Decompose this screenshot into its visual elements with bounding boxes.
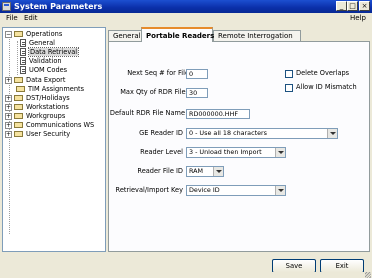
tree-item-tim-assignments[interactable]: TIM Assignments [16,85,84,94]
next-seq-label: Next Seq # for File [127,69,189,77]
tree-item-label: Operations [26,30,63,38]
max-qty-label: Max Qty of RDR Files [120,88,189,96]
tree-connector [17,41,18,75]
folder-icon [14,104,23,110]
chevron-down-icon[interactable] [213,167,223,176]
tree-item-label: Validation [29,57,62,65]
portable-readers-panel: Next Seq # for File 0 Max Qty of RDR Fil… [108,41,370,252]
max-qty-field[interactable]: 30 [186,88,208,98]
tree-item-data-retrieval[interactable]: Data Retrieval [20,47,80,57]
title-bar: System Parameters _ □ × [0,0,372,13]
expand-icon[interactable]: + [5,103,12,111]
folder-icon [14,122,23,128]
tree-item-label: UOM Codes [29,66,68,74]
status-bar [0,272,372,278]
tree-item-workstations[interactable]: + Workstations [5,103,69,112]
document-icon [20,48,26,56]
allow-id-mismatch-label: Allow ID Mismatch [296,83,357,91]
reader-file-id-dropdown[interactable]: RAM [186,166,224,177]
tree-item-label: Communications WS [26,121,95,129]
app-icon [2,2,11,11]
expand-icon[interactable]: + [5,130,12,138]
chevron-down-icon[interactable] [275,148,285,157]
folder-icon [14,131,23,137]
ge-reader-id-dropdown[interactable]: 0 - Use all 18 characters [186,128,338,139]
chevron-down-icon[interactable] [275,186,285,195]
reader-level-dropdown[interactable]: 3 - Unload then Import [186,147,286,158]
expand-icon[interactable]: + [5,94,12,102]
expand-icon[interactable]: + [5,121,12,129]
folder-icon [14,95,23,101]
document-icon [20,66,26,74]
folder-icon [16,86,25,92]
tree-item-label: DST/Holidays [26,94,70,102]
allow-id-mismatch-checkbox[interactable] [285,84,293,92]
folder-icon [14,31,23,37]
tab-remote-interrogation[interactable]: Remote Interrogation [213,30,301,41]
resize-grip-icon[interactable] [365,272,371,278]
tree-item-general[interactable]: General [20,39,55,48]
folder-icon [14,77,23,83]
ge-reader-id-value: 0 - Use all 18 characters [189,129,267,137]
maximize-button[interactable]: □ [347,1,358,11]
tree-item-dst-holidays[interactable]: + DST/Holidays [5,94,70,103]
tree-item-label: Data Retrieval [27,47,80,57]
folder-icon [14,113,23,119]
tree-item-label: Workstations [26,103,69,111]
reader-level-value: 3 - Unload then Import [189,148,262,156]
menu-bar: File Edit Help [0,13,372,24]
expand-icon[interactable]: + [5,112,12,120]
tree-item-data-export[interactable]: + Data Export [5,76,65,85]
collapse-icon[interactable]: − [5,30,12,38]
tree-item-validation[interactable]: Validation [20,57,62,66]
tree-item-label: Workgroups [26,112,66,120]
menu-edit[interactable]: Edit [24,14,38,23]
default-rdr-label: Default RDR File Name [109,109,185,117]
retrieval-key-label: Retrieval/Import Key [115,186,183,194]
expand-icon[interactable]: + [5,76,12,84]
minimize-button[interactable]: _ [336,1,347,11]
tree-item-user-security[interactable]: + User Security [5,130,70,139]
tree-item-communications-ws[interactable]: + Communications WS [5,121,94,130]
reader-file-id-label: Reader File ID [137,167,183,175]
tree-item-label: TIM Assignments [28,85,85,93]
chevron-down-icon[interactable] [327,129,337,138]
tab-general[interactable]: General [108,30,142,41]
default-rdr-field[interactable]: RD000000.HHF [186,109,250,119]
reader-level-label: Reader Level [140,148,183,156]
tab-portable-readers[interactable]: Portable Readers [141,27,214,42]
window-title: System Parameters [14,2,103,11]
retrieval-key-dropdown[interactable]: Device ID [186,185,286,196]
document-icon [20,39,26,47]
next-seq-field[interactable]: 0 [186,69,208,79]
delete-overlaps-checkbox[interactable] [285,70,293,78]
delete-overlaps-label: Delete Overlaps [296,69,350,77]
retrieval-key-value: Device ID [189,186,220,194]
menu-help[interactable]: Help [350,14,366,23]
tree-item-label: Data Export [26,76,66,84]
tree-item-operations[interactable]: − Operations [5,30,62,39]
document-icon [20,57,26,65]
exit-button[interactable]: Exit [320,259,364,273]
ge-reader-id-label: GE Reader ID [139,129,183,137]
tree-item-uom-codes[interactable]: UOM Codes [20,66,67,75]
navigation-tree: − Operations General Data Retrieval Valid… [2,27,106,252]
tree-item-label: General [29,39,55,47]
close-button[interactable]: × [359,1,370,11]
tree-item-label: User Security [26,130,71,138]
tree-item-workgroups[interactable]: + Workgroups [5,112,65,121]
reader-file-id-value: RAM [189,167,204,175]
save-button[interactable]: Save [272,259,316,273]
menu-file[interactable]: File [6,14,18,23]
